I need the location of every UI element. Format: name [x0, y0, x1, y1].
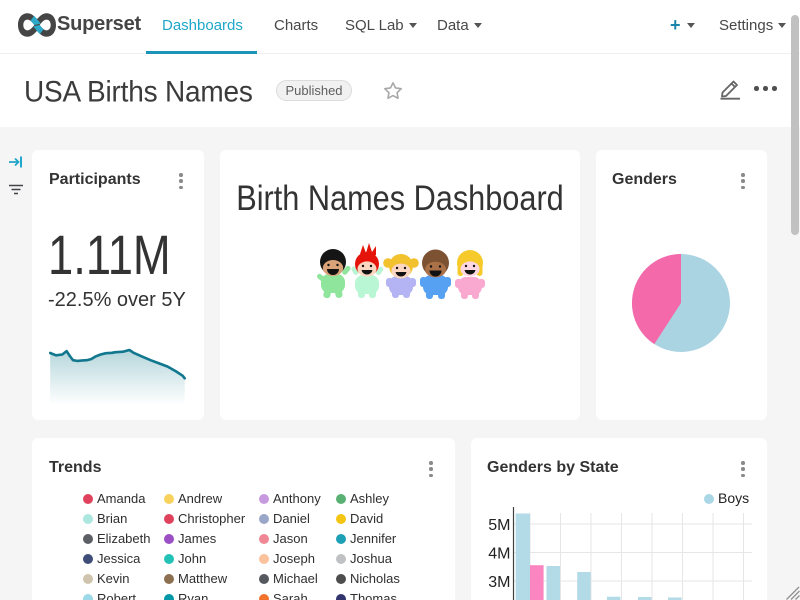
svg-text:4M: 4M [488, 546, 510, 563]
svg-text:3M: 3M [488, 574, 510, 591]
svg-text:5M: 5M [488, 517, 510, 534]
